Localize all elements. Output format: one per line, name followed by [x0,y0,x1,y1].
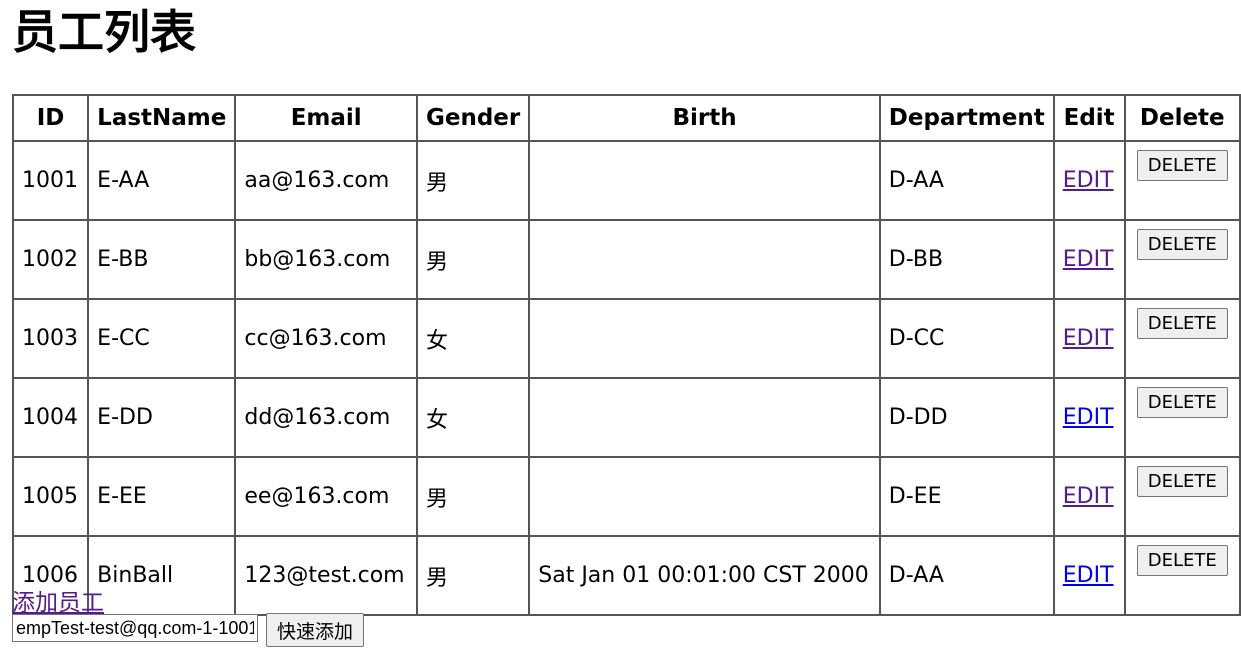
cell-department: D-AA [878,535,1055,616]
delete-button[interactable]: DELETE [1136,466,1228,497]
edit-link[interactable]: EDIT [1063,563,1114,588]
cell-email: dd@163.com [234,377,418,458]
cell-department: D-AA [878,140,1055,221]
cell-delete: DELETE [1123,377,1241,458]
cell-gender: 女 [415,377,531,458]
cell-last-name: E-DD [87,377,237,458]
cell-id: 1004 [11,377,90,458]
cell-delete: DELETE [1123,140,1241,221]
cell-delete: DELETE [1123,219,1241,300]
edit-link[interactable]: EDIT [1063,484,1114,509]
cell-edit: EDIT [1052,535,1126,616]
page-title: 员工列表 [12,5,196,59]
delete-button[interactable]: DELETE [1136,308,1228,339]
edit-link[interactable]: EDIT [1063,168,1114,193]
cell-gender: 女 [415,298,531,379]
cell-email: cc@163.com [234,298,418,379]
cell-birth [528,377,881,458]
edit-link[interactable]: EDIT [1063,247,1114,272]
header-birth: Birth [528,94,881,142]
edit-link[interactable]: EDIT [1063,326,1114,351]
header-id: ID [11,94,90,142]
cell-delete: DELETE [1123,456,1241,537]
header-delete: Delete [1123,94,1241,142]
header-gender: Gender [415,94,531,142]
header-email: Email [234,94,418,142]
cell-id: 1002 [11,219,90,300]
cell-gender: 男 [415,219,531,300]
cell-edit: EDIT [1052,219,1126,300]
cell-id: 1003 [11,298,90,379]
quick-add-button[interactable]: 快速添加 [266,613,365,647]
cell-birth [528,298,881,379]
cell-department: D-BB [878,219,1055,300]
delete-button[interactable]: DELETE [1136,545,1228,576]
cell-birth [528,219,881,300]
table-row: 1003 E-CC cc@163.com 女 D-CC EDIT DELETE [11,298,1241,379]
cell-delete: DELETE [1123,535,1241,616]
cell-id: 1005 [11,456,90,537]
cell-gender: 男 [415,456,531,537]
quick-add-input[interactable] [12,614,258,642]
table-row: 1006 BinBall 123@test.com 男 Sat Jan 01 0… [11,535,1241,616]
delete-button[interactable]: DELETE [1136,387,1228,418]
cell-edit: EDIT [1052,140,1126,221]
table-row: 1002 E-BB bb@163.com 男 D-BB EDIT DELETE [11,219,1241,300]
cell-department: D-CC [878,298,1055,379]
employee-table: ID LastName Email Gender Birth Departmen… [11,94,1241,616]
cell-last-name: E-AA [87,140,237,221]
cell-birth [528,456,881,537]
cell-gender: 男 [415,140,531,221]
table-row: 1005 E-EE ee@163.com 男 D-EE EDIT DELETE [11,456,1241,537]
cell-email: bb@163.com [234,219,418,300]
cell-birth [528,140,881,221]
cell-last-name: E-BB [87,219,237,300]
table-row: 1004 E-DD dd@163.com 女 D-DD EDIT DELETE [11,377,1241,458]
cell-department: D-DD [878,377,1055,458]
delete-button[interactable]: DELETE [1136,229,1228,260]
cell-id: 1001 [11,140,90,221]
cell-edit: EDIT [1052,456,1126,537]
header-department: Department [878,94,1055,142]
cell-last-name: BinBall [87,535,237,616]
cell-last-name: E-CC [87,298,237,379]
header-edit: Edit [1052,94,1126,142]
edit-link[interactable]: EDIT [1063,405,1114,430]
cell-delete: DELETE [1123,298,1241,379]
cell-gender: 男 [415,535,531,616]
cell-email: aa@163.com [234,140,418,221]
cell-department: D-EE [878,456,1055,537]
cell-birth: Sat Jan 01 00:01:00 CST 2000 [528,535,881,616]
cell-edit: EDIT [1052,377,1126,458]
cell-email: 123@test.com [234,535,418,616]
header-last-name: LastName [87,94,237,142]
table-row: 1001 E-AA aa@163.com 男 D-AA EDIT DELETE [11,140,1241,221]
add-employee-link[interactable]: 添加员工 [12,583,104,617]
cell-last-name: E-EE [87,456,237,537]
cell-email: ee@163.com [234,456,418,537]
cell-edit: EDIT [1052,298,1126,379]
delete-button[interactable]: DELETE [1136,150,1228,181]
quick-add-form: 快速添加 [12,613,365,647]
table-header-row: ID LastName Email Gender Birth Departmen… [11,94,1241,142]
